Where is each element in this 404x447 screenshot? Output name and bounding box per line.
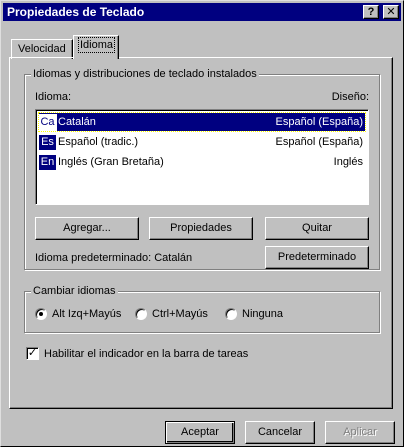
layout-name: Inglés bbox=[333, 156, 363, 168]
tab-idioma[interactable]: Idioma bbox=[73, 35, 119, 59]
window-title: Propiedades de Teclado bbox=[7, 5, 145, 19]
add-button[interactable]: Agregar... bbox=[35, 217, 139, 240]
properties-button[interactable]: Propiedades bbox=[149, 217, 253, 240]
radio-alt-shift[interactable]: Alt Izq+Mayús bbox=[35, 308, 121, 320]
layout-column-header: Diseño: bbox=[331, 91, 369, 103]
language-column-header: Idioma: bbox=[35, 91, 72, 103]
language-name: Español (tradic.) bbox=[58, 136, 139, 148]
language-badge-icon: En bbox=[39, 154, 56, 170]
language-name: Catalán bbox=[58, 116, 96, 128]
help-button[interactable]: ? bbox=[363, 5, 379, 19]
checkmark-icon: ✓ bbox=[26, 347, 39, 360]
language-name: Inglés (Gran Bretaña) bbox=[58, 156, 164, 168]
radio-ctrl-shift[interactable]: Ctrl+Mayús bbox=[135, 308, 208, 320]
radio-label: Ninguna bbox=[242, 308, 283, 320]
taskbar-indicator-checkbox[interactable]: ✓ Habilitar el indicador en la barra de … bbox=[26, 347, 248, 360]
tab-idioma-label: Idioma bbox=[77, 37, 116, 53]
radio-label: Alt Izq+Mayús bbox=[52, 308, 122, 320]
cancel-button[interactable]: Cancelar bbox=[245, 421, 315, 444]
set-default-button[interactable]: Predeterminado bbox=[265, 246, 369, 269]
language-badge-icon: Es bbox=[39, 134, 56, 150]
language-badge-icon: Ca bbox=[38, 113, 57, 131]
idioma-tab-panel: Idiomas y distribuciones de teclado inst… bbox=[9, 57, 393, 409]
radio-dot-icon bbox=[135, 308, 147, 320]
remove-button[interactable]: Quitar bbox=[265, 217, 369, 240]
installed-languages-group: Idiomas y distribuciones de teclado inst… bbox=[24, 68, 380, 270]
title-bar[interactable]: Propiedades de Teclado ? ✕ bbox=[3, 3, 401, 21]
radio-label: Ctrl+Mayús bbox=[152, 308, 208, 320]
list-item[interactable]: Es Español (tradic.) Español (España) bbox=[39, 133, 365, 151]
radio-none[interactable]: Ninguna bbox=[225, 308, 283, 320]
installed-languages-legend: Idiomas y distribuciones de teclado inst… bbox=[31, 68, 259, 80]
list-item[interactable]: En Inglés (Gran Bretaña) Inglés bbox=[39, 153, 365, 171]
layout-name: Español (España) bbox=[275, 136, 363, 148]
switch-languages-group: Cambiar idiomas Alt Izq+Mayús Ctrl+Mayús… bbox=[24, 285, 380, 333]
close-button[interactable]: ✕ bbox=[383, 5, 399, 19]
list-item[interactable]: Ca Catalán Español (España) bbox=[38, 112, 366, 132]
accept-button[interactable]: Aceptar bbox=[165, 421, 235, 444]
apply-button[interactable]: Aplicar bbox=[325, 421, 395, 444]
switch-languages-legend: Cambiar idiomas bbox=[31, 285, 118, 297]
keyboard-properties-window: Propiedades de Teclado ? ✕ Velocidad Idi… bbox=[0, 0, 404, 447]
tab-velocidad[interactable]: Velocidad bbox=[11, 39, 73, 59]
radio-dot-icon bbox=[35, 308, 47, 320]
installed-languages-list[interactable]: Ca Catalán Español (España) Es Español (… bbox=[35, 109, 369, 205]
default-language-label: Idioma predeterminado: Catalán bbox=[35, 252, 193, 264]
radio-dot-icon bbox=[225, 308, 237, 320]
taskbar-indicator-label: Habilitar el indicador en la barra de ta… bbox=[44, 347, 249, 360]
layout-name: Español (España) bbox=[275, 116, 363, 128]
